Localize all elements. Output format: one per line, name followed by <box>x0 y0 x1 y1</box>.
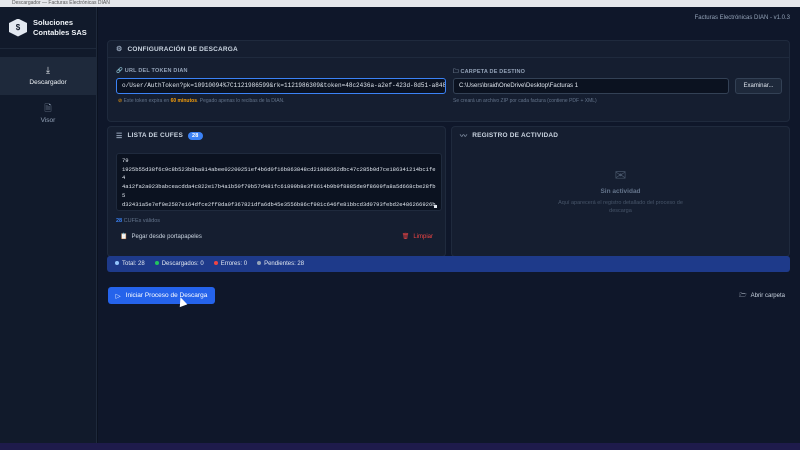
valid-cufes-count: 28 CUFEs válidos <box>116 218 161 224</box>
config-card: ⚙ CONFIGURACIÓN DE DESCARGA 🔗 URL DEL TO… <box>107 40 790 122</box>
clear-button[interactable]: 🗑 Limpiar <box>401 233 433 241</box>
open-folder-button[interactable]: 🗁 Abrir carpeta <box>739 291 785 301</box>
stat-total: Total: 28 <box>115 261 145 267</box>
stats-bar: Total: 28 Descargados: 0 Errores: 0 Pend… <box>107 256 790 272</box>
stat-errors: Errores: 0 <box>213 261 247 267</box>
folder-icon: 🗁 <box>739 293 747 299</box>
sidebar: $ Soluciones Contables SAS ⤓ Descargador… <box>0 7 97 443</box>
activity-card: 〰 REGISTRO DE ACTIVIDAD ✉ Sin actividad … <box>451 126 790 257</box>
logo: $ <box>9 18 27 37</box>
document-icon: 🗎 <box>44 103 52 113</box>
cufe-count-badge: 28 <box>188 131 203 140</box>
clipboard-icon: 📋 <box>120 234 128 240</box>
brand-name: Soluciones Contables SAS <box>33 17 87 37</box>
stat-pending: Pendientes: 28 <box>257 261 304 267</box>
stat-downloaded: Descargados: 0 <box>154 261 204 267</box>
sidebar-item-label: Descargador <box>29 79 67 86</box>
window-titlebar: Descargador — Facturas Electrónicas DIAN <box>0 0 800 7</box>
activity-empty-state: ✉ Sin actividad Aquí aparecerá el regist… <box>452 167 789 215</box>
cufes-textarea[interactable]: 79 1925b55d38f6c9c8b523b8ba814abee022002… <box>116 153 442 211</box>
brand: $ Soluciones Contables SAS <box>0 7 96 49</box>
download-icon: ⤓ <box>46 65 50 75</box>
app-version: Facturas Electrónicas DIAN - v1.0.3 <box>694 15 790 21</box>
main-panel: Facturas Electrónicas DIAN - v1.0.3 ⚙ CO… <box>98 7 800 443</box>
scrollbar[interactable] <box>434 205 437 208</box>
taskbar <box>0 443 800 450</box>
list-icon: ☰ <box>116 132 123 140</box>
trash-icon: 🗑 <box>401 234 410 240</box>
dest-hint: Se creará un archivo ZIP por cada factur… <box>453 98 597 104</box>
warning-icon: ⊘ <box>118 98 123 104</box>
activity-icon: 〰 <box>460 132 468 140</box>
inbox-icon: ✉ <box>614 167 627 183</box>
destination-folder-input[interactable]: C:\Users\braid\OneDrive\Desktop\Facturas… <box>453 78 729 94</box>
start-download-button[interactable]: ▷ Iniciar Proceso de Descarga <box>108 287 215 304</box>
browse-button[interactable]: Examinar... <box>735 78 782 94</box>
sidebar-item-descargador[interactable]: ⤓ Descargador <box>0 57 96 95</box>
play-icon: ▷ <box>115 292 121 300</box>
config-card-header: ⚙ CONFIGURACIÓN DE DESCARGA <box>108 41 789 58</box>
url-label: 🔗 URL DEL TOKEN DIAN <box>116 68 188 74</box>
token-url-input[interactable]: o/User/AuthToken?pk=10910094%7C112198659… <box>116 78 446 94</box>
activity-card-header: 〰 REGISTRO DE ACTIVIDAD <box>460 132 559 140</box>
dest-label: 🗀 CARPETA DE DESTINO <box>453 69 526 75</box>
gear-icon: ⚙ <box>116 46 123 53</box>
token-hint: ⊘ Este token expira en 60 minutos. Pegad… <box>118 98 285 104</box>
sidebar-item-label: Visor <box>40 117 56 124</box>
paste-clipboard-button[interactable]: 📋 Pegar desde portapapeles <box>120 233 202 241</box>
cufes-card: ☰ LISTA DE CUFES 28 79 1925b55d38f6c9c8b… <box>107 126 446 257</box>
cufes-card-header: ☰ LISTA DE CUFES 28 <box>108 127 445 144</box>
sidebar-item-visor[interactable]: 🗎 Visor <box>0 95 96 133</box>
